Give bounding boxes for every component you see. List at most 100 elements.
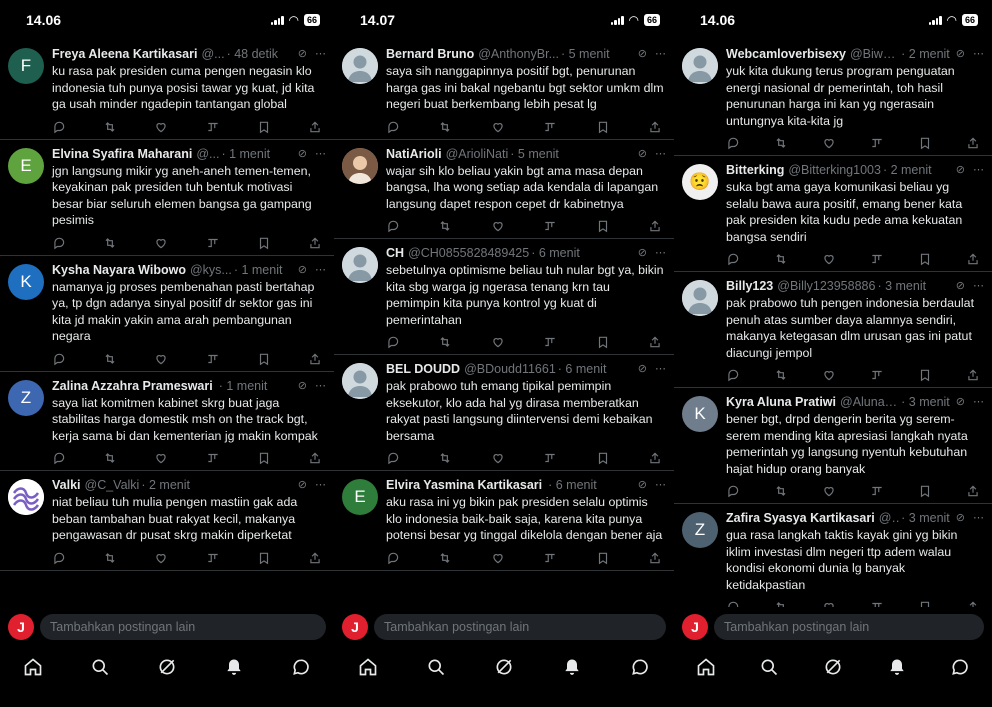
add-post-input[interactable]: Tambahkan postingan lain xyxy=(40,614,326,640)
share-icon[interactable] xyxy=(966,136,980,150)
repost-icon[interactable] xyxy=(774,600,788,607)
reply-icon[interactable] xyxy=(726,136,740,150)
search-icon[interactable] xyxy=(89,656,111,678)
grok-icon[interactable]: ⊘ xyxy=(298,477,307,493)
stats-icon[interactable] xyxy=(543,551,557,565)
repost-icon[interactable] xyxy=(103,120,117,134)
repost-icon[interactable] xyxy=(774,368,788,382)
author-handle[interactable]: @CH0855828489425 xyxy=(408,245,529,261)
more-icon[interactable]: ⋯ xyxy=(973,394,984,410)
avatar[interactable]: F xyxy=(8,48,44,84)
stats-icon[interactable] xyxy=(543,219,557,233)
bookmark-icon[interactable] xyxy=(918,600,932,607)
author-handle[interactable]: @... xyxy=(201,46,224,62)
grok-icon[interactable] xyxy=(156,656,178,678)
notifications-icon[interactable] xyxy=(223,656,245,678)
timestamp[interactable]: · 6 menit xyxy=(558,361,607,377)
grok-icon[interactable]: ⊘ xyxy=(956,46,965,62)
reply-icon[interactable] xyxy=(726,484,740,498)
bookmark-icon[interactable] xyxy=(257,120,271,134)
bookmark-icon[interactable] xyxy=(918,252,932,266)
author-handle[interactable]: @AlunaK... xyxy=(840,394,899,410)
timestamp[interactable]: · 5 menit xyxy=(510,146,559,162)
search-icon[interactable] xyxy=(425,656,447,678)
reply-icon[interactable] xyxy=(52,120,66,134)
like-icon[interactable] xyxy=(154,120,168,134)
grok-icon[interactable] xyxy=(822,656,844,678)
like-icon[interactable] xyxy=(822,368,836,382)
reply-icon[interactable] xyxy=(52,451,66,465)
search-icon[interactable] xyxy=(758,656,780,678)
repost-icon[interactable] xyxy=(438,120,452,134)
grok-icon[interactable]: ⊘ xyxy=(638,245,647,261)
author-handle[interactable]: @C_Valki xyxy=(85,477,140,493)
tweet[interactable]: Bernard Bruno @AnthonyBr... · 5 menit ⊘ … xyxy=(334,40,674,140)
grok-icon[interactable] xyxy=(493,656,515,678)
repost-icon[interactable] xyxy=(438,219,452,233)
stats-icon[interactable] xyxy=(543,120,557,134)
reply-icon[interactable] xyxy=(386,219,400,233)
more-icon[interactable]: ⋯ xyxy=(655,477,666,493)
home-icon[interactable] xyxy=(357,656,379,678)
more-icon[interactable]: ⋯ xyxy=(315,378,326,394)
avatar[interactable] xyxy=(342,247,378,283)
stats-icon[interactable] xyxy=(870,252,884,266)
tweet[interactable]: 😟 Bitterking @Bitterking1003 · 2 menit ⊘… xyxy=(674,156,992,272)
author-name[interactable]: CH xyxy=(386,245,404,261)
share-icon[interactable] xyxy=(966,252,980,266)
bookmark-icon[interactable] xyxy=(596,335,610,349)
timestamp[interactable]: · 48 detik xyxy=(227,46,278,62)
author-name[interactable]: Valki xyxy=(52,477,81,493)
repost-icon[interactable] xyxy=(103,451,117,465)
tweet[interactable]: E Elvira Yasmina Kartikasari · 6 menit ⊘… xyxy=(334,471,674,571)
timeline-feed[interactable]: Bernard Bruno @AnthonyBr... · 5 menit ⊘ … xyxy=(334,40,674,607)
author-handle[interactable]: @kys... xyxy=(190,262,232,278)
like-icon[interactable] xyxy=(822,484,836,498)
like-icon[interactable] xyxy=(491,451,505,465)
repost-icon[interactable] xyxy=(103,236,117,250)
author-handle[interactable]: @AnthonyBr... xyxy=(478,46,559,62)
stats-icon[interactable] xyxy=(206,236,220,250)
notifications-icon[interactable] xyxy=(886,656,908,678)
grok-icon[interactable]: ⊘ xyxy=(956,278,965,294)
stats-icon[interactable] xyxy=(206,451,220,465)
user-avatar[interactable]: J xyxy=(682,614,708,640)
grok-icon[interactable]: ⊘ xyxy=(298,46,307,62)
repost-icon[interactable] xyxy=(438,551,452,565)
more-icon[interactable]: ⋯ xyxy=(655,146,666,162)
messages-icon[interactable] xyxy=(949,656,971,678)
timestamp[interactable]: · 6 menit xyxy=(548,477,597,493)
user-avatar[interactable]: J xyxy=(342,614,368,640)
grok-icon[interactable]: ⊘ xyxy=(956,394,965,410)
share-icon[interactable] xyxy=(966,484,980,498)
share-icon[interactable] xyxy=(308,451,322,465)
timestamp[interactable]: · 1 menit xyxy=(219,378,268,394)
share-icon[interactable] xyxy=(648,451,662,465)
tweet[interactable]: F Freya Aleena Kartikasari @... · 48 det… xyxy=(0,40,334,140)
grok-icon[interactable]: ⊘ xyxy=(956,510,965,526)
stats-icon[interactable] xyxy=(206,352,220,366)
share-icon[interactable] xyxy=(308,551,322,565)
reply-icon[interactable] xyxy=(386,451,400,465)
share-icon[interactable] xyxy=(648,120,662,134)
stats-icon[interactable] xyxy=(870,368,884,382)
add-post-input[interactable]: Tambahkan postingan lain xyxy=(714,614,984,640)
bookmark-icon[interactable] xyxy=(596,219,610,233)
avatar[interactable]: E xyxy=(342,479,378,515)
reply-icon[interactable] xyxy=(726,600,740,607)
author-handle[interactable]: @ArioliNati xyxy=(446,146,509,162)
author-handle[interactable]: @Billy123958886 xyxy=(777,278,875,294)
reply-icon[interactable] xyxy=(52,551,66,565)
repost-icon[interactable] xyxy=(438,335,452,349)
share-icon[interactable] xyxy=(648,219,662,233)
notifications-icon[interactable] xyxy=(561,656,583,678)
bookmark-icon[interactable] xyxy=(257,352,271,366)
repost-icon[interactable] xyxy=(103,551,117,565)
repost-icon[interactable] xyxy=(438,451,452,465)
messages-icon[interactable] xyxy=(629,656,651,678)
bookmark-icon[interactable] xyxy=(257,451,271,465)
more-icon[interactable]: ⋯ xyxy=(315,46,326,62)
home-icon[interactable] xyxy=(695,656,717,678)
author-name[interactable]: BEL DOUDD xyxy=(386,361,460,377)
messages-icon[interactable] xyxy=(290,656,312,678)
